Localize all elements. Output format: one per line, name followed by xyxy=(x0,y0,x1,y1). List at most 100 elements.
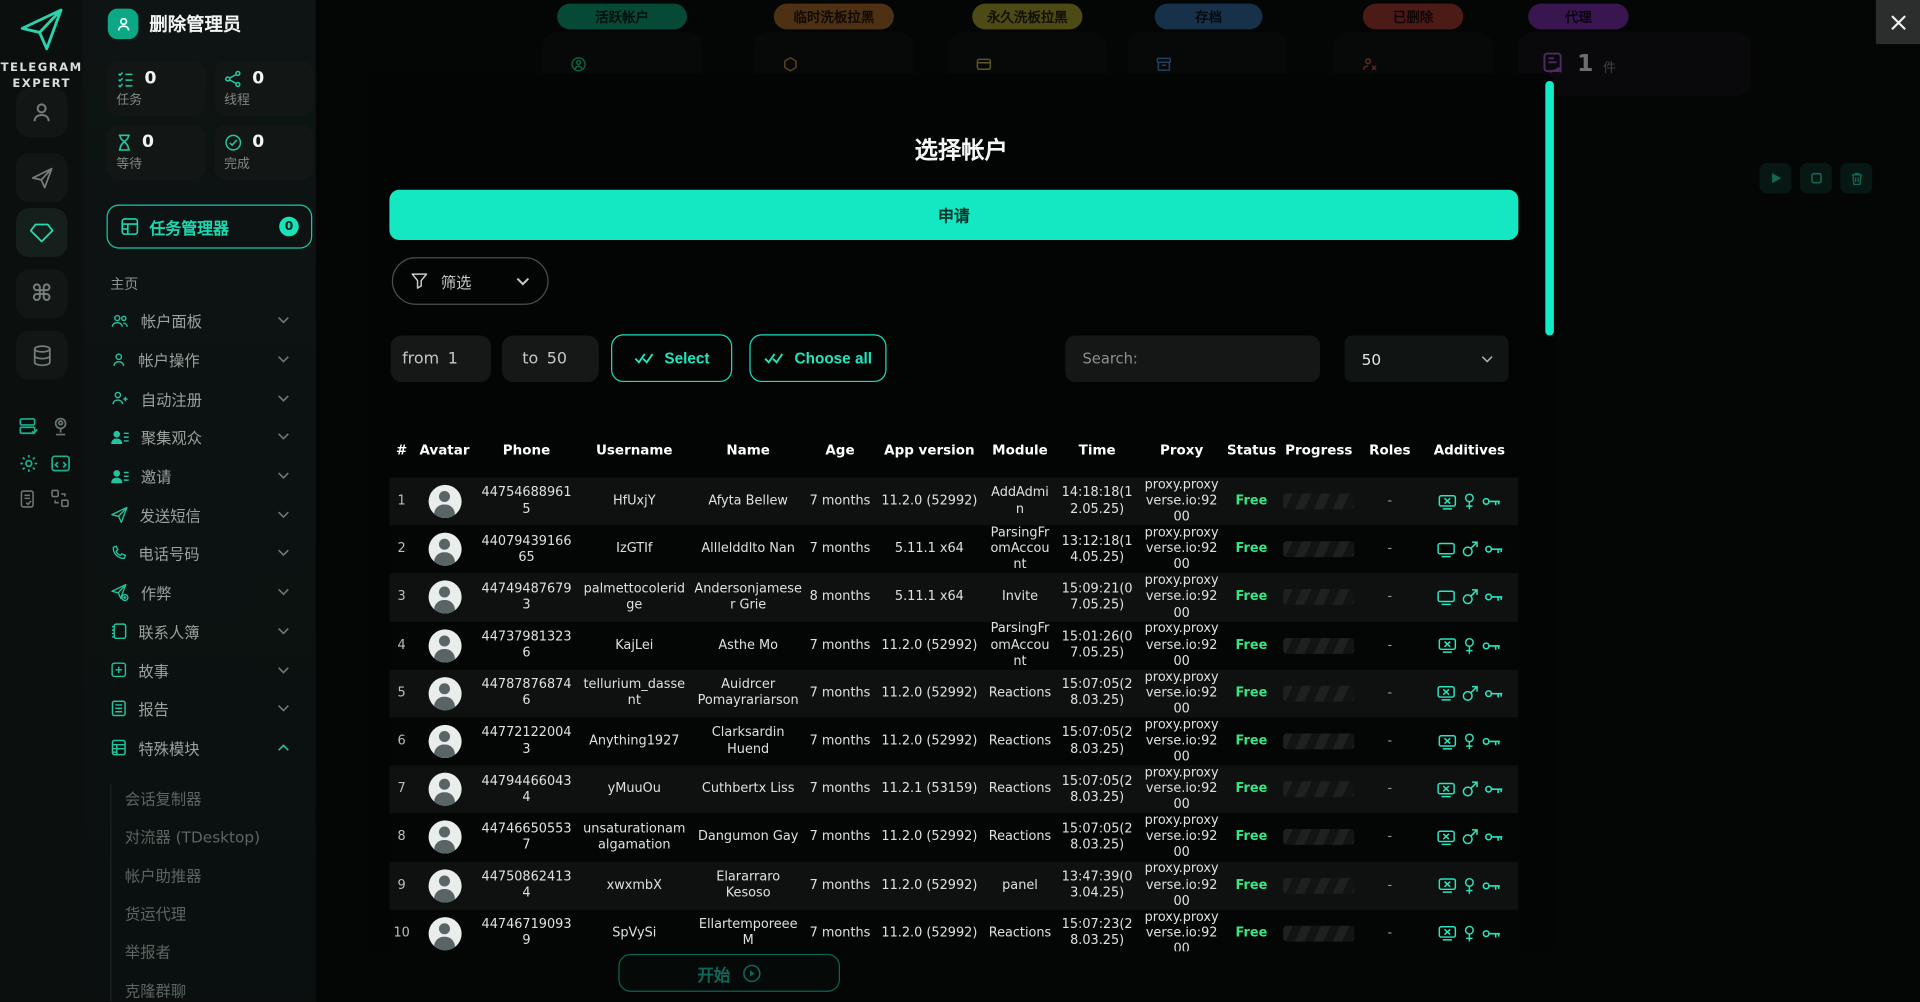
avatar xyxy=(428,581,461,614)
cell-age: 7 months xyxy=(806,478,875,526)
cell-proxy: proxy.proxyverse.io:9200 xyxy=(1139,765,1225,813)
table-row[interactable]: 4447379813236KajLeiAsthe Mo7 months11.2.… xyxy=(389,622,1518,670)
to-input[interactable] xyxy=(547,350,579,368)
rail-accounts-button[interactable] xyxy=(16,88,67,137)
table-row[interactable]: 24407943916665IzGTIfAlllelddlto Nan7 mon… xyxy=(389,526,1518,574)
sidebar-item[interactable]: 帐户操作 xyxy=(83,340,316,379)
cell-phone: 447546889615 xyxy=(475,478,578,526)
sidebar-item[interactable]: 聚集观众 xyxy=(83,418,316,457)
rail-premium-button[interactable] xyxy=(16,208,67,257)
table-row[interactable]: 9447508624134xwxmbXElararraro Kesoso7 mo… xyxy=(389,861,1518,909)
select-button[interactable]: Select xyxy=(611,334,732,382)
cell-additives xyxy=(1420,813,1518,861)
doc-check-icon[interactable] xyxy=(15,486,42,510)
sidebar: 删除管理员 0任务0线程0等待0完成 任务管理器 0 主页 帐户面板帐户操作自动… xyxy=(83,0,316,1002)
rail-sender-button[interactable] xyxy=(16,153,67,202)
phone-icon xyxy=(110,545,127,562)
cell-avatar xyxy=(414,526,475,574)
sidebar-item[interactable]: 电话号码 xyxy=(83,534,316,573)
table-row[interactable]: 7447944660434yMuuOuCuthbertx Liss7 month… xyxy=(389,765,1518,813)
rail-command-button[interactable]: ⌘ xyxy=(16,269,67,318)
column-header: # xyxy=(389,441,413,457)
sidebar-subitem[interactable]: 货运代理 xyxy=(83,894,316,932)
avatar xyxy=(428,533,461,566)
avatar xyxy=(428,485,461,518)
gear-icon[interactable] xyxy=(15,451,42,475)
cell-username: KajLei xyxy=(578,622,691,670)
person-list-icon xyxy=(110,428,130,445)
sidebar-subitem[interactable]: 会话复制器 xyxy=(83,779,316,817)
table-row[interactable]: 5447878768746tellurium_dassentAuidrcer P… xyxy=(389,669,1518,717)
select-account-modal: 选择帐户 申请 筛选 from to Select Choose all 50 xyxy=(367,73,1555,951)
table-row[interactable]: 3447494876793palmettocoleridgeAndersonja… xyxy=(389,574,1518,622)
monitor-x-icon xyxy=(1436,829,1456,846)
icon-rail: TELEGRAMEXPERT ⌘ xyxy=(0,0,83,1002)
double-check-icon xyxy=(764,351,785,364)
page-title: 删除管理员 xyxy=(149,11,241,37)
doc-icon xyxy=(110,699,127,717)
sidebar-item[interactable]: 故事 xyxy=(83,650,316,689)
cell-status: Free xyxy=(1224,526,1278,574)
chevron-down-icon xyxy=(277,433,290,442)
table-row[interactable]: 8447466505537unsaturationamalgamationDan… xyxy=(389,813,1518,861)
filter-dropdown[interactable]: 筛选 xyxy=(392,257,549,305)
cell-name: Alllelddlto Nan xyxy=(691,526,806,574)
cell-app-version: 11.2.0 (52992) xyxy=(874,717,984,765)
cell-module: Invite xyxy=(984,574,1055,622)
sidebar-subitem[interactable]: 帐户助推器 xyxy=(83,855,316,893)
cell-module: Reactions xyxy=(984,813,1055,861)
male-icon xyxy=(1460,828,1478,846)
cell-additives xyxy=(1420,526,1518,574)
sidebar-subitem[interactable]: 举报者 xyxy=(83,932,316,970)
choose-all-button[interactable]: Choose all xyxy=(749,334,886,382)
telegram-plane-icon xyxy=(17,5,66,54)
search-input[interactable] xyxy=(1080,349,1305,369)
sidebar-item[interactable]: 作弊 xyxy=(83,573,316,612)
camera-person-icon[interactable] xyxy=(47,414,74,438)
task-manager-box[interactable]: 任务管理器 0 xyxy=(107,204,313,248)
sidebar-item[interactable]: 特殊模块 xyxy=(83,728,316,767)
column-header: Proxy xyxy=(1139,441,1225,457)
plane-icon xyxy=(110,505,128,523)
cell-progress xyxy=(1278,717,1359,765)
sidebar-item[interactable]: 联系人簿 xyxy=(83,612,316,651)
key-icon xyxy=(1482,927,1502,940)
cell-roles: - xyxy=(1359,861,1420,909)
cell-name: Dangumon Gay xyxy=(691,813,806,861)
sidebar-subitem[interactable]: 克隆群聊 xyxy=(83,970,316,1002)
table-row[interactable]: 10447467190939SpVySiEllartemporeee M7 mo… xyxy=(389,909,1518,951)
sidebar-item[interactable]: 帐户面板 xyxy=(83,301,316,340)
hourglass-icon xyxy=(116,133,132,151)
cell-time: 13:47:39(03.04.25) xyxy=(1056,861,1139,909)
sidebar-item[interactable]: 自动注册 xyxy=(83,379,316,418)
code-window-icon[interactable] xyxy=(47,451,74,475)
apply-button[interactable]: 申请 xyxy=(389,190,1518,240)
cell-module: AddAdmin xyxy=(984,478,1055,526)
stat-card: 0线程 xyxy=(214,61,313,116)
sidebar-item[interactable]: 发送短信 xyxy=(83,495,316,534)
sidebar-item[interactable]: 报告 xyxy=(83,689,316,728)
sidebar-subitem[interactable]: 对流器 (TDesktop) xyxy=(83,817,316,855)
cell-username: xwxmbX xyxy=(578,861,691,909)
select-label: Select xyxy=(664,350,709,367)
close-button[interactable] xyxy=(1876,0,1920,44)
monitor-icon xyxy=(1436,541,1456,558)
table-row[interactable]: 6447721220043Anything1927Clarksardin Hue… xyxy=(389,717,1518,765)
from-input[interactable] xyxy=(448,350,480,368)
table-row[interactable]: 1447546889615HfUxjYAfyta Bellew7 months1… xyxy=(389,478,1518,526)
cell-index: 5 xyxy=(389,669,413,717)
stat-value: 0 xyxy=(144,69,156,89)
cell-status: Free xyxy=(1224,813,1278,861)
to-field[interactable]: to xyxy=(502,336,599,383)
cell-status: Free xyxy=(1224,622,1278,670)
cell-username: tellurium_dassent xyxy=(578,669,691,717)
swap-icon[interactable] xyxy=(47,486,74,510)
rail-database-button[interactable] xyxy=(16,331,67,380)
modal-scrollbar[interactable] xyxy=(1545,81,1554,336)
server-check-icon[interactable] xyxy=(15,414,42,438)
avatar xyxy=(428,869,461,902)
per-page-select[interactable]: 50 xyxy=(1344,336,1508,383)
cell-module: Reactions xyxy=(984,717,1055,765)
sidebar-item[interactable]: 邀请 xyxy=(83,456,316,495)
from-field[interactable]: from xyxy=(391,336,491,383)
